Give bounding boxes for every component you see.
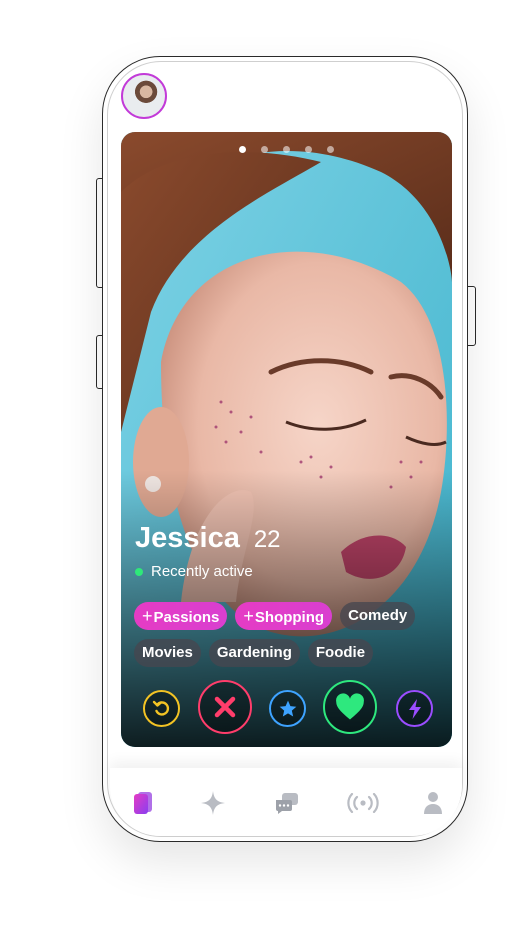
boost-button[interactable] (396, 690, 433, 727)
tag-comedy[interactable]: Comedy (340, 602, 416, 630)
swipe-actions (139, 680, 434, 736)
profile-card[interactable]: Jessica 22 Recently active +Passions +Sh… (121, 132, 452, 747)
chat-icon (276, 793, 298, 814)
profile-icon (424, 792, 442, 814)
sparkle-icon (201, 791, 225, 815)
tab-messages[interactable] (274, 790, 300, 816)
photo-indicator (121, 146, 452, 153)
profile-age: 22 (253, 526, 281, 553)
photo-dot[interactable] (327, 146, 334, 153)
like-button[interactable] (323, 680, 377, 734)
power-button (467, 286, 476, 346)
profile-header: Jessica 22 (135, 522, 281, 555)
star-icon (279, 700, 296, 716)
plus-icon: + (243, 606, 254, 626)
bolt-icon (408, 698, 421, 719)
tab-live[interactable] (346, 790, 380, 816)
status-text: Recently active (151, 563, 253, 580)
rewind-button[interactable] (143, 690, 180, 727)
photo-dot[interactable] (239, 146, 246, 153)
tab-explore[interactable] (200, 790, 226, 816)
tab-discover[interactable] (130, 790, 156, 816)
user-avatar[interactable] (121, 73, 167, 119)
online-dot-icon (135, 567, 143, 576)
undo-icon (152, 700, 169, 716)
tag-gardening[interactable]: Gardening (208, 639, 300, 667)
tag-passions[interactable]: +Passions (134, 602, 228, 630)
tab-profile[interactable] (420, 790, 446, 816)
photo-dot[interactable] (305, 146, 312, 153)
profile-name: Jessica (135, 522, 240, 554)
live-icon (347, 793, 379, 813)
tag-shopping[interactable]: +Shopping (235, 602, 333, 630)
super-like-button[interactable] (269, 690, 306, 727)
nope-button[interactable] (198, 680, 252, 734)
heart-icon (336, 693, 364, 720)
close-icon (214, 696, 236, 718)
plus-icon: + (142, 606, 153, 626)
activity-status: Recently active (135, 563, 253, 580)
bottom-tab-bar (110, 768, 462, 836)
cards-icon (134, 792, 152, 814)
interest-tags: +Passions +Shopping Comedy Movies Garden… (134, 602, 434, 667)
photo-dot[interactable] (283, 146, 290, 153)
photo-dot[interactable] (261, 146, 268, 153)
tag-foodie[interactable]: Foodie (307, 639, 374, 667)
tag-movies[interactable]: Movies (134, 639, 201, 667)
